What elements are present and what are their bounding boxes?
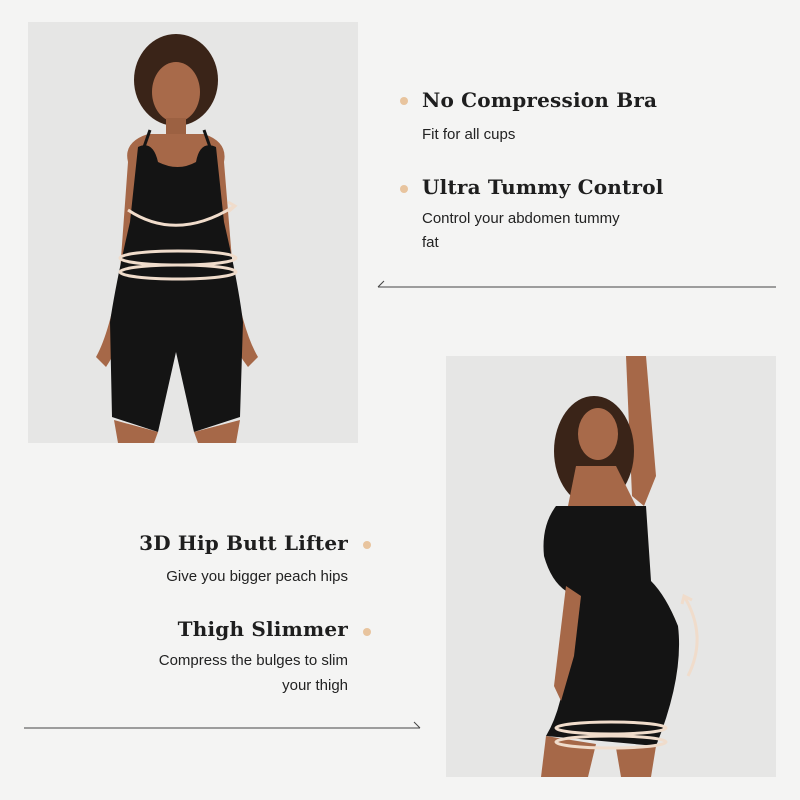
- feature-title-ultra-tummy-control: Ultra Tummy Control: [422, 175, 664, 199]
- side-model-illustration: [541, 356, 699, 777]
- side-model-photo: [446, 356, 776, 777]
- bottom-divider: [24, 721, 421, 729]
- front-model-photo: [28, 22, 358, 443]
- feature-desc-3d-hip-butt-lifter: Give you bigger peach hips: [166, 568, 348, 585]
- feature-desc-thigh-slimmer-line2: your thigh: [282, 677, 348, 694]
- front-model-illustration: [96, 34, 258, 443]
- feature-desc-ultra-tummy-control-line2: fat: [422, 234, 439, 251]
- feature-title-no-compression-bra: No Compression Bra: [422, 88, 658, 112]
- feature-desc-no-compression-bra: Fit for all cups: [422, 126, 516, 143]
- feature-title-thigh-slimmer: Thigh Slimmer: [177, 617, 348, 641]
- top-divider: [377, 280, 776, 288]
- bullet-dot-ultra-tummy-control: [400, 185, 408, 193]
- bullet-dot-thigh-slimmer: [363, 628, 371, 636]
- bullet-dot-no-compression-bra: [400, 97, 408, 105]
- feature-desc-thigh-slimmer-line1: Compress the bulges to slim: [158, 652, 348, 669]
- bullet-dot-3d-hip-butt-lifter: [363, 541, 371, 549]
- feature-title-3d-hip-butt-lifter: 3D Hip Butt Lifter: [139, 531, 348, 555]
- feature-desc-ultra-tummy-control-line1: Control your abdomen tummy: [422, 210, 620, 227]
